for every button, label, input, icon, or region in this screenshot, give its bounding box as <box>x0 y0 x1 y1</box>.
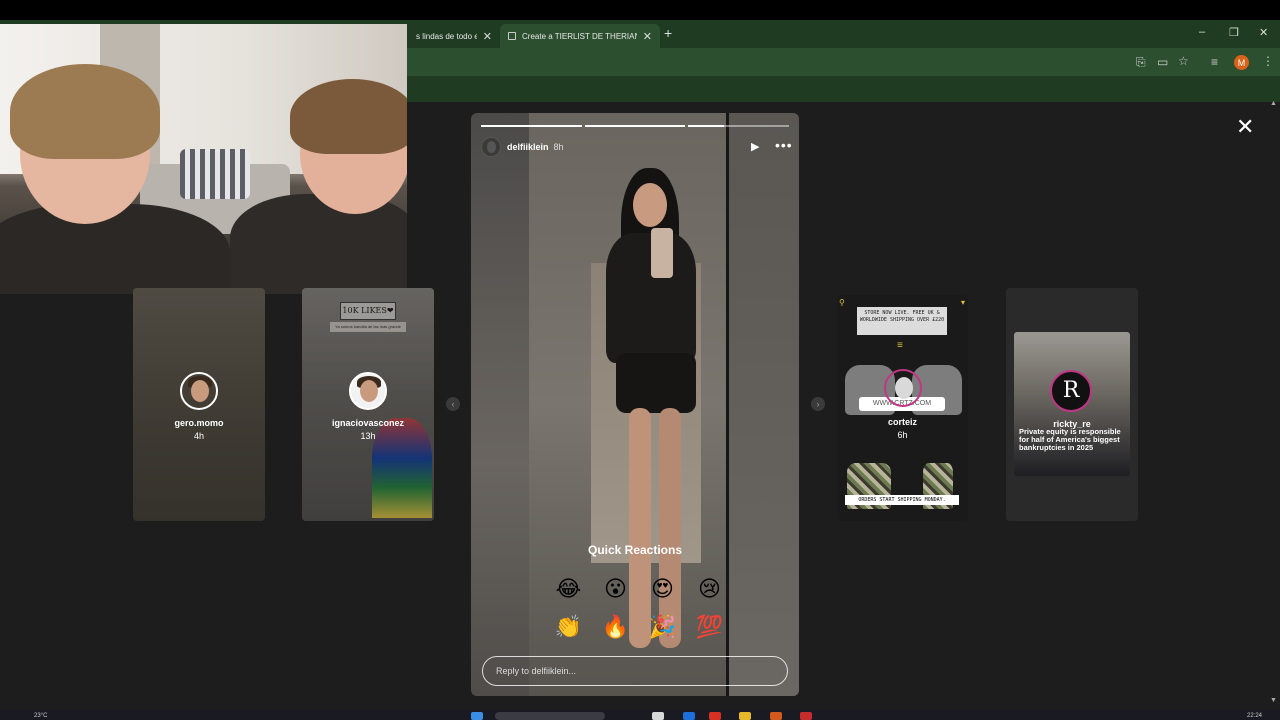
story-progress <box>481 125 790 127</box>
translate-icon[interactable]: ⎘ <box>1136 55 1146 70</box>
scroll-down-icon[interactable]: ▼ <box>1270 697 1277 704</box>
top-black-strip <box>0 0 1280 20</box>
progress-fill <box>481 125 582 127</box>
media-icon[interactable]: ≡ <box>1211 55 1218 69</box>
figure-face <box>633 183 667 227</box>
reaction-crying-icon[interactable]: 😢 <box>686 575 733 605</box>
tab-close-icon[interactable]: ✕ <box>643 30 652 43</box>
taskbar-app-icon[interactable] <box>800 712 812 720</box>
figure-shorts <box>616 353 696 413</box>
story-card-ignacio[interactable]: 10K LIKES❤ Ya somos bandita de las mas g… <box>302 288 434 521</box>
avatar <box>180 372 218 410</box>
browser-menu-icon[interactable]: ⋮ <box>1262 54 1274 68</box>
story-username[interactable]: delfiiklein <box>507 142 549 152</box>
story-age: 13h <box>360 431 376 441</box>
store-banner: STORE NOW LIVE. FREE UK & WORLDWIDE SHIP… <box>857 307 947 335</box>
clock-text: 22:24 <box>1247 713 1263 719</box>
more-options-icon[interactable]: ••• <box>775 137 793 153</box>
taskbar-app-icon[interactable] <box>683 712 695 720</box>
previous-story-chevron-icon[interactable]: ‹ <box>446 397 460 411</box>
weather-text: 23°C <box>34 713 48 719</box>
reaction-hundred-icon[interactable]: 💯 <box>686 613 733 643</box>
menu-icon: ≡ <box>897 340 903 351</box>
story-caption: Private equity is responsible for half o… <box>1019 427 1121 452</box>
story-age: 4h <box>193 431 204 441</box>
tab-title: Create a TIERLIST DE THERIANS <box>522 31 637 41</box>
person-left-body <box>0 204 230 294</box>
reaction-laughing-icon[interactable]: 😂 <box>545 575 592 605</box>
avatar[interactable] <box>481 137 501 157</box>
rickty-logo: R <box>1050 370 1092 412</box>
profile-avatar[interactable]: M <box>1234 55 1249 70</box>
windows-start-icon[interactable] <box>471 712 483 720</box>
story-header: delfiiklein 8h ▶ ••• <box>481 137 792 157</box>
webcam-overlay <box>0 24 407 294</box>
progress-segment <box>584 125 686 127</box>
progress-segment <box>688 125 790 127</box>
screen: s lindas de todo el ✕ Create a TIERLIST … <box>0 0 1280 720</box>
avatar <box>349 372 387 410</box>
avatar <box>883 369 922 407</box>
person-right-hair <box>290 79 407 154</box>
story-username: gero.momo <box>174 418 224 428</box>
reaction-heart-eyes-icon[interactable]: 😍 <box>639 575 686 605</box>
reaction-fire-icon[interactable]: 🔥 <box>592 613 639 643</box>
scroll-up-icon[interactable]: ▲ <box>1270 100 1277 107</box>
story-age: 6h <box>897 430 908 440</box>
star-icon[interactable]: ☆ <box>1178 54 1189 68</box>
taskbar-app-icon[interactable] <box>770 712 782 720</box>
story-card-rickty[interactable]: R rickty_re Private equity is responsibl… <box>1006 288 1138 521</box>
story-card-gero[interactable]: gero.momo 4h <box>133 288 265 521</box>
story-card-corteiz[interactable]: ⚲ ▾ STORE NOW LIVE. FREE UK & WORLDWIDE … <box>837 295 968 521</box>
progress-fill <box>688 125 724 127</box>
next-story-chevron-icon[interactable]: › <box>811 397 825 411</box>
browser-tab-active[interactable]: Create a TIERLIST DE THERIANS ✕ <box>500 24 660 48</box>
search-icon: ⚲ <box>839 298 845 307</box>
taskbar-app-icon[interactable] <box>709 712 721 720</box>
wall-panel <box>729 113 799 696</box>
tab-title: s lindas de todo el <box>416 31 477 41</box>
figure-phone <box>651 228 673 278</box>
taskbar <box>0 710 1280 720</box>
person-left-hair <box>10 64 160 159</box>
story-username: ignaciovasconez <box>331 418 405 428</box>
story-age: 8h <box>553 142 564 152</box>
close-icon[interactable]: ✕ <box>1236 114 1254 140</box>
cast-icon[interactable]: ▭ <box>1157 55 1168 69</box>
play-icon[interactable]: ▶ <box>751 140 759 153</box>
quick-reactions-title: Quick Reactions <box>587 543 683 557</box>
progress-fill <box>584 125 686 127</box>
browser-tab[interactable]: s lindas de todo el ✕ <box>408 24 500 48</box>
quick-reactions-grid: 😂 😮 😍 😢 👏 🔥 🎉 💯 <box>545 575 733 643</box>
cart-icon: ▾ <box>960 298 965 307</box>
taskbar-app-icon[interactable] <box>652 712 664 720</box>
reaction-surprised-icon[interactable]: 😮 <box>592 575 639 605</box>
tab-close-icon[interactable]: ✕ <box>483 30 492 43</box>
tab-favicon-icon <box>508 32 516 40</box>
reply-input[interactable]: Reply to delfiiklein... <box>482 656 788 686</box>
main-story[interactable]: delfiiklein 8h ▶ ••• Quick Reactions 😂 😮… <box>471 113 799 696</box>
new-tab-plus-icon[interactable]: + <box>664 25 672 41</box>
person-right-body <box>230 194 407 294</box>
minimize-icon[interactable]: – <box>1199 26 1205 38</box>
maximize-icon[interactable]: ❐ <box>1229 26 1239 39</box>
webcam-pillow <box>180 149 250 199</box>
folder-icon[interactable] <box>739 712 751 720</box>
shipping-note: ORDERS START SHIPPING MONDAY. <box>845 495 959 505</box>
story-username: corteiz <box>887 417 917 427</box>
reaction-party-icon[interactable]: 🎉 <box>639 613 686 643</box>
taskbar-search-input[interactable] <box>495 712 605 720</box>
progress-segment <box>481 125 582 127</box>
window-close-icon[interactable]: ✕ <box>1259 26 1268 39</box>
reaction-clapping-icon[interactable]: 👏 <box>545 613 592 643</box>
